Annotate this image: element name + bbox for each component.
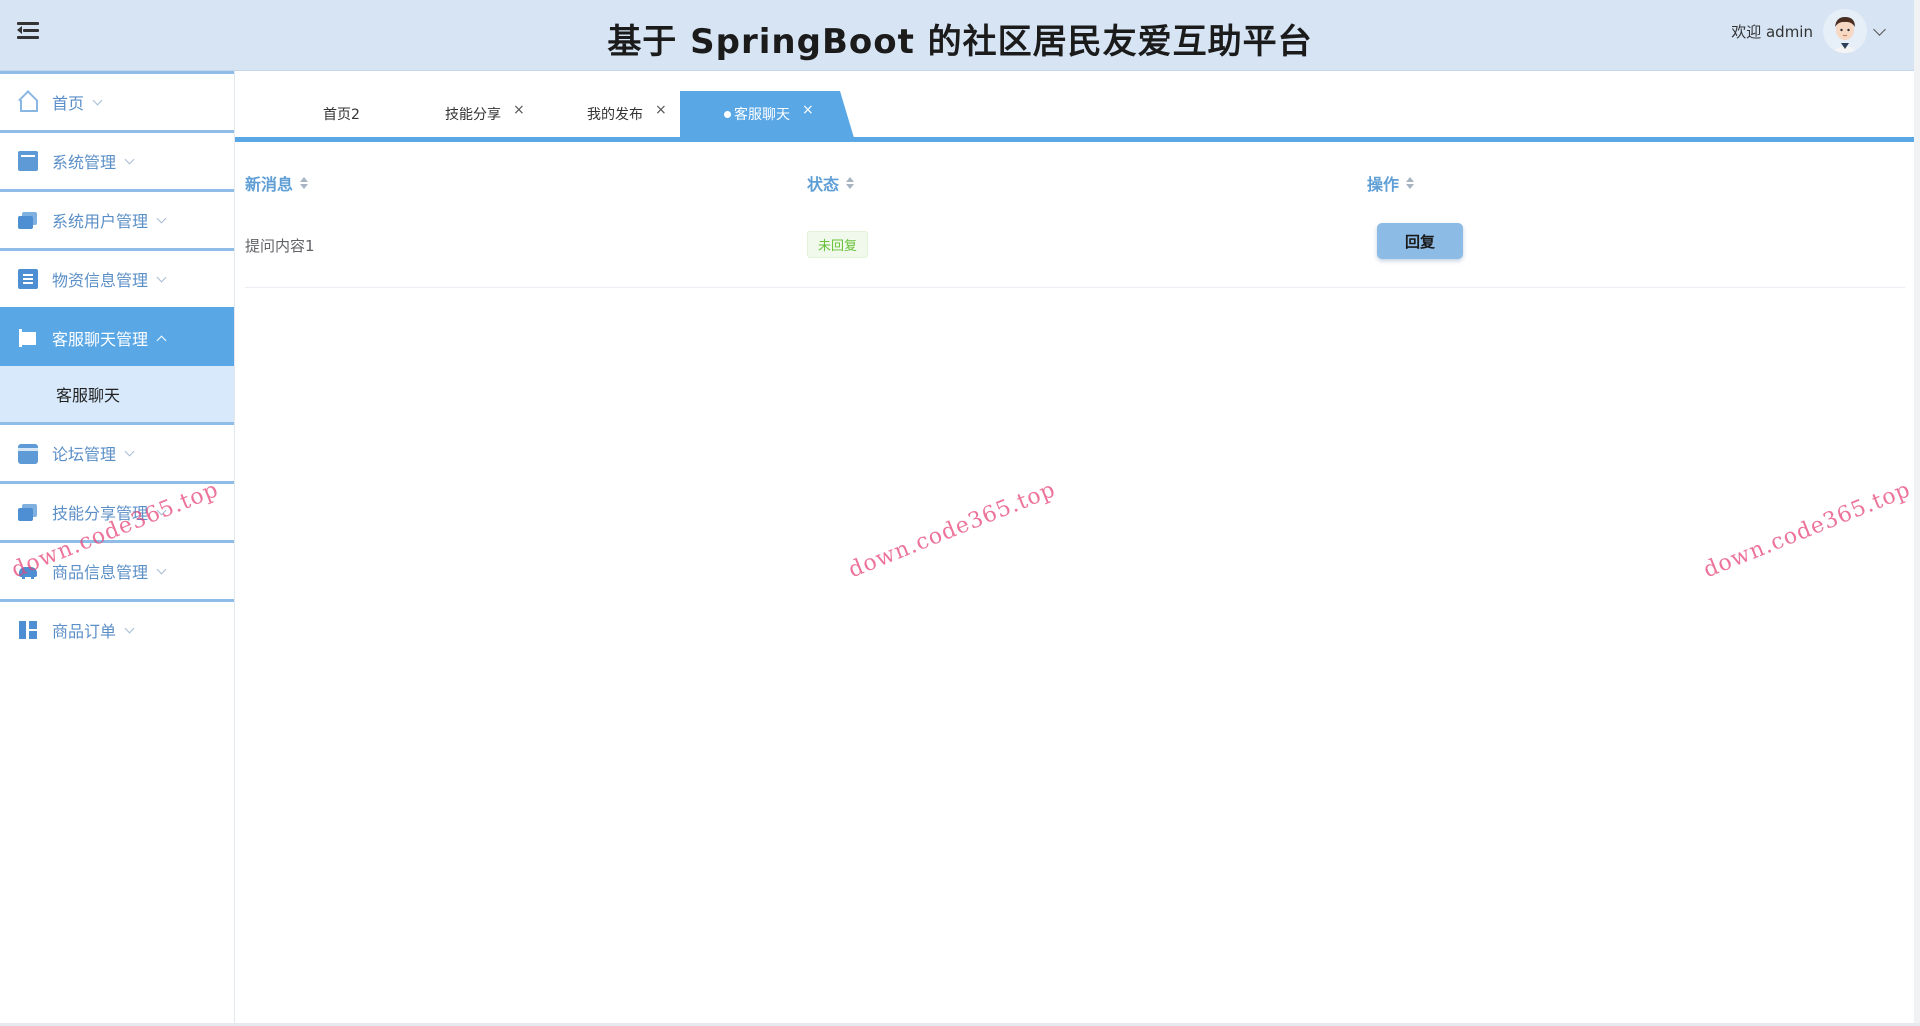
status-badge: 未回复 [807, 231, 869, 258]
tab-bar: 首页2 技能分享 × 我的发布 × 客服聊天 × [235, 91, 1915, 142]
chevron-down-icon[interactable] [1873, 22, 1886, 36]
table-header: 新消息 状态 操作 [245, 157, 1905, 205]
sidebar-item-customer-chat[interactable]: 客服聊天管理 [0, 307, 234, 366]
tab-label: 我的发布 [587, 107, 643, 123]
tab-label: 技能分享 [445, 107, 501, 123]
column-label: 操作 [1367, 175, 1400, 194]
tab-customer-chat[interactable]: 客服聊天 × [680, 91, 854, 137]
column-header-message[interactable]: 新消息 [245, 171, 309, 195]
dashboard-icon [18, 620, 38, 640]
sidebar-item-label: 系统管理 [52, 153, 117, 172]
active-dot-icon [724, 110, 731, 118]
chat-table: 新消息 状态 操作 提问内容1 未回复 回复 [245, 157, 1905, 288]
reply-button[interactable]: 回复 [1377, 223, 1463, 259]
users-icon [18, 210, 38, 230]
submenu-item-customer-chat[interactable]: 客服聊天 [0, 366, 234, 422]
sidebar-item-label: 客服聊天管理 [52, 330, 149, 349]
chevron-up-icon [156, 335, 167, 345]
app-title: 基于 SpringBoot 的社区居民友爱互助平台 [607, 22, 1313, 62]
top-header: 基于 SpringBoot 的社区居民友爱互助平台 欢迎 admin [0, 0, 1920, 71]
sidebar-item-orders[interactable]: 商品订单 [0, 599, 234, 658]
chevron-down-icon [156, 272, 167, 282]
message-cell: 提问内容1 [245, 237, 315, 255]
close-icon[interactable]: × [655, 102, 667, 118]
home-icon [18, 92, 38, 112]
card-icon [18, 444, 38, 464]
column-label: 新消息 [245, 175, 294, 194]
crop-icon [18, 328, 38, 348]
chevron-down-icon [124, 623, 135, 633]
close-icon[interactable]: × [513, 102, 525, 118]
chevron-down-icon [124, 446, 135, 456]
tab-skill-share[interactable]: 技能分享 × [445, 91, 525, 137]
main-content: 首页2 技能分享 × 我的发布 × 客服聊天 × 新消息 状态 操作 提问内容1… [235, 71, 1920, 1026]
building-icon [18, 269, 38, 289]
chevron-down-icon [124, 154, 135, 164]
sort-icon[interactable] [1405, 176, 1415, 190]
column-header-status[interactable]: 状态 [807, 171, 855, 195]
submenu-item-label: 客服聊天 [56, 386, 121, 405]
stack-icon [18, 502, 38, 522]
chevron-down-icon [156, 564, 167, 574]
sidebar-item-home[interactable]: 首页 [0, 71, 234, 130]
column-header-action[interactable]: 操作 [1367, 171, 1415, 195]
monitor-icon [18, 151, 38, 171]
sidebar-item-label: 物资信息管理 [52, 271, 149, 290]
chevron-down-icon [156, 213, 167, 223]
sidebar-item-system-users[interactable]: 系统用户管理 [0, 189, 234, 248]
sidebar-item-supplies[interactable]: 物资信息管理 [0, 248, 234, 307]
avatar[interactable] [1823, 9, 1867, 53]
column-label: 状态 [807, 175, 840, 194]
scrollbar[interactable] [1914, 0, 1920, 1026]
sort-icon[interactable] [299, 176, 309, 190]
tab-my-posts[interactable]: 我的发布 × [587, 91, 667, 137]
tab-label: 首页2 [323, 107, 360, 123]
sort-icon[interactable] [845, 176, 855, 190]
user-menu[interactable]: 欢迎 admin [1731, 8, 1886, 54]
close-icon[interactable]: × [802, 102, 814, 118]
welcome-text: 欢迎 admin [1731, 22, 1813, 41]
sidebar-item-forum[interactable]: 论坛管理 [0, 422, 234, 481]
sidebar-item-label: 首页 [52, 94, 85, 113]
table-row: 提问内容1 未回复 回复 [245, 205, 1905, 288]
sidebar-item-label: 系统用户管理 [52, 212, 149, 231]
tab-label: 客服聊天 [734, 107, 790, 123]
sidebar-item-label: 论坛管理 [52, 445, 117, 464]
tab-home2[interactable]: 首页2 [323, 91, 360, 137]
chevron-down-icon [92, 95, 103, 105]
sidebar-item-system[interactable]: 系统管理 [0, 130, 234, 189]
sidebar-item-label: 商品订单 [52, 622, 117, 641]
